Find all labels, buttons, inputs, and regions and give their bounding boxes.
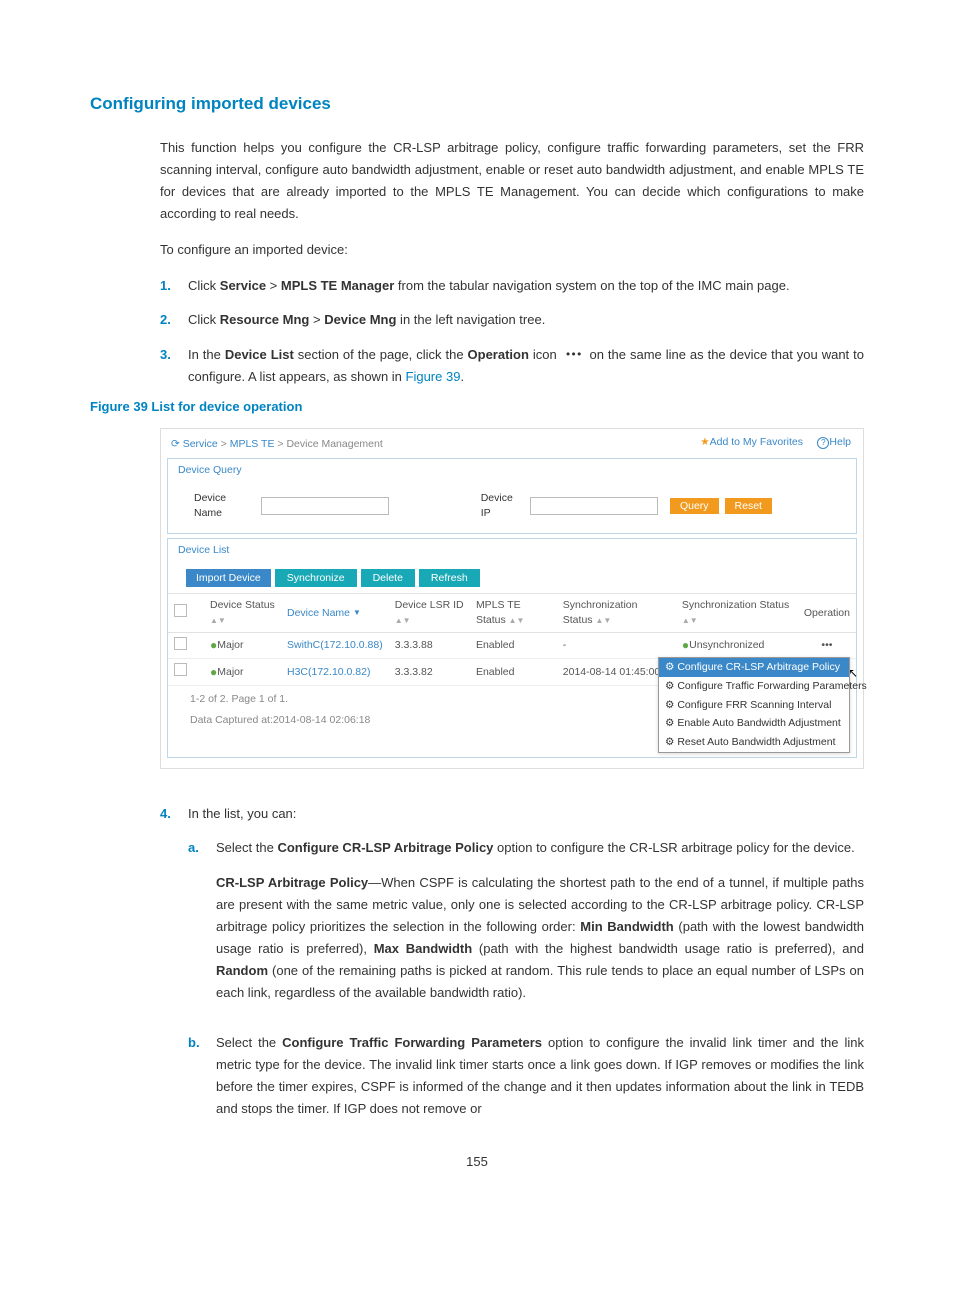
operation-dots-icon: •••: [561, 346, 586, 365]
add-favorites-link[interactable]: ★Add to My Favorites: [700, 435, 803, 450]
step-1: Click Service > MPLS TE Manager from the…: [188, 275, 864, 297]
col-operation: Operation: [798, 594, 856, 632]
import-device-button[interactable]: Import Device: [186, 569, 271, 587]
device-name-label: Device Name: [194, 491, 255, 520]
crumb-mpls[interactable]: MPLS TE: [230, 438, 275, 450]
intro-paragraph: This function helps you configure the CR…: [160, 137, 864, 225]
col-te-status[interactable]: MPLS TE Status ▲▼: [470, 594, 557, 632]
row-checkbox[interactable]: [174, 663, 187, 676]
section-title: Configuring imported devices: [90, 90, 864, 119]
step-3: In the Device List section of the page, …: [188, 344, 864, 388]
col-device-status[interactable]: Device Status ▲▼: [204, 594, 281, 632]
device-ip-label: Device IP: [481, 491, 524, 520]
table-row: ●Major SwithC(172.10.0.88) 3.3.3.88 Enab…: [168, 632, 856, 659]
figure-caption: Figure 39 List for device operation: [90, 396, 864, 418]
substep-letter: b.: [188, 1032, 216, 1120]
menu-reset-auto-bw[interactable]: ⚙ Reset Auto Bandwidth Adjustment: [659, 733, 849, 752]
device-link[interactable]: H3C(172.10.0.82): [287, 666, 370, 678]
step-number: 4.: [160, 803, 188, 825]
table-row: ●Major H3C(172.10.0.82) 3.3.3.82 Enabled…: [168, 659, 856, 686]
device-list-header: Device List: [168, 539, 856, 562]
help-link[interactable]: ?Help: [817, 435, 851, 450]
device-ip-input[interactable]: [530, 497, 658, 515]
step-4: In the list, you can:: [188, 803, 864, 825]
intro-lead: To configure an imported device:: [160, 239, 864, 261]
page-number: 155: [90, 1151, 864, 1173]
row-checkbox[interactable]: [174, 637, 187, 650]
substep-a: Select the Configure CR-LSP Arbitrage Po…: [216, 837, 864, 859]
substep-letter: a.: [188, 837, 216, 1018]
synchronize-button[interactable]: Synchronize: [275, 569, 357, 587]
crumb-service[interactable]: Service: [183, 438, 218, 450]
refresh-button[interactable]: Refresh: [419, 569, 480, 587]
device-query-header: Device Query: [168, 459, 856, 482]
step-number: 2.: [160, 309, 188, 331]
menu-enable-auto-bw[interactable]: ⚙ Enable Auto Bandwidth Adjustment: [659, 714, 849, 733]
col-sync-status-1[interactable]: Synchronization Status ▲▼: [557, 594, 676, 632]
step-number: 1.: [160, 275, 188, 297]
col-device-name[interactable]: Device Name ▼: [281, 594, 389, 632]
figure-link[interactable]: Figure 39: [406, 369, 461, 384]
device-table: Device Status ▲▼ Device Name ▼ Device LS…: [168, 593, 856, 686]
reset-button[interactable]: Reset: [725, 498, 772, 514]
step-number: 3.: [160, 344, 188, 388]
arbitrage-policy-desc: CR-LSP Arbitrage Policy—When CSPF is cal…: [216, 872, 864, 1005]
step-2: Click Resource Mng > Device Mng in the l…: [188, 309, 864, 331]
operation-icon[interactable]: •••: [821, 639, 832, 651]
device-link[interactable]: SwithC(172.10.0.88): [287, 639, 383, 651]
query-button[interactable]: Query: [670, 498, 719, 514]
menu-configure-frr[interactable]: ⚙ Configure FRR Scanning Interval: [659, 696, 849, 715]
col-sync-status-2[interactable]: Synchronization Status ▲▼: [676, 594, 798, 632]
operation-menu: ⚙ Configure CR-LSP Arbitrage Policy ⚙ Co…: [658, 657, 850, 752]
figure-39-screenshot: ⟳ Service > MPLS TE > Device Management …: [160, 428, 864, 770]
menu-configure-traffic[interactable]: ⚙ Configure Traffic Forwarding Parameter…: [659, 677, 849, 696]
device-name-input[interactable]: [261, 497, 389, 515]
delete-button[interactable]: Delete: [361, 569, 415, 587]
menu-configure-crlsp[interactable]: ⚙ Configure CR-LSP Arbitrage Policy: [659, 658, 849, 677]
crumb-current: Device Management: [286, 438, 382, 450]
col-lsr-id[interactable]: Device LSR ID ▲▼: [389, 594, 470, 632]
substep-b: Select the Configure Traffic Forwarding …: [216, 1032, 864, 1120]
select-all-checkbox[interactable]: [174, 604, 187, 617]
